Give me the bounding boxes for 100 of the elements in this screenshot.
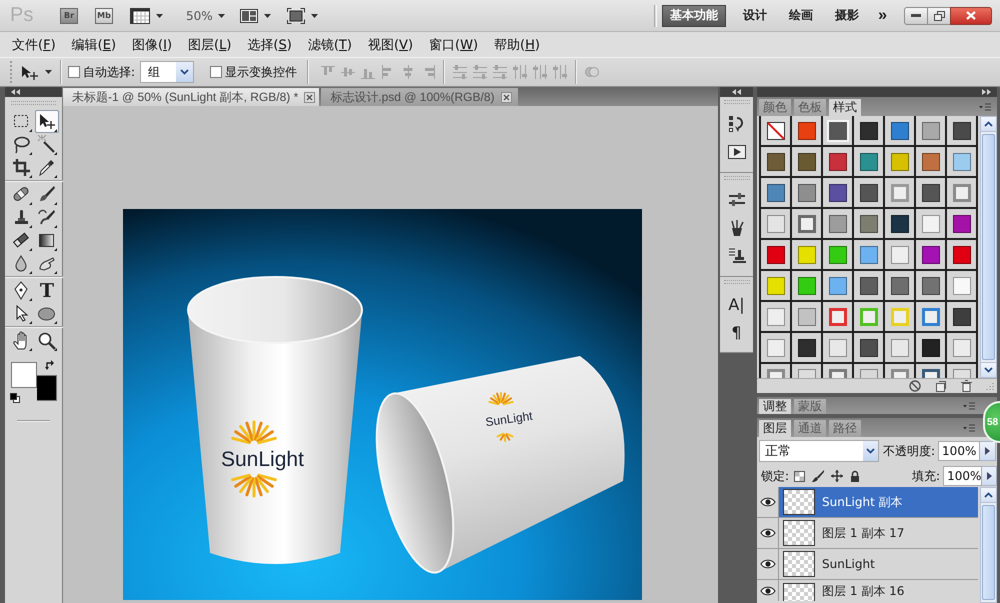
panel-menu-icon[interactable] xyxy=(963,402,975,410)
style-swatch-icon[interactable] xyxy=(766,369,784,378)
default-colors-icon[interactable] xyxy=(10,393,20,403)
zoom-dropdown[interactable]: 50% xyxy=(186,4,225,26)
fill-field[interactable]: 100% xyxy=(943,466,982,486)
workspace-button[interactable]: 设计 xyxy=(732,4,778,26)
menu-item[interactable]: 选择(S) xyxy=(239,36,300,54)
close-button[interactable] xyxy=(950,6,992,24)
character-panel-button[interactable]: A| xyxy=(724,290,750,318)
checkbox[interactable] xyxy=(210,66,222,78)
paragraph-panel-button[interactable]: ¶ xyxy=(724,318,750,346)
move-tool[interactable] xyxy=(35,110,59,133)
auto-select-dropdown[interactable]: 组 xyxy=(140,61,194,83)
style-swatch-icon[interactable] xyxy=(860,308,878,326)
layer-name: SunLight 副本 xyxy=(822,494,903,510)
logo-text: SunLight xyxy=(484,408,534,430)
checkbox[interactable] xyxy=(68,66,80,78)
collapse-icon[interactable] xyxy=(732,89,741,95)
workspace-button[interactable]: 摄影 xyxy=(824,4,870,26)
magic-wand-tool[interactable] xyxy=(35,133,59,156)
expand-icon[interactable] xyxy=(982,89,991,95)
stamp-icon xyxy=(12,208,32,228)
layer-name: 图层 1 副本 16 xyxy=(822,583,904,600)
visibility-toggle[interactable] xyxy=(757,580,779,601)
screen-mode-icon xyxy=(286,8,305,24)
blend-mode-dropdown[interactable]: 正常 xyxy=(759,440,879,462)
new-page-icon[interactable] xyxy=(935,380,947,392)
menu-item[interactable]: 窗口(W) xyxy=(421,36,486,54)
menu-item[interactable]: 帮助(H) xyxy=(486,36,548,54)
mini-bridge-button[interactable]: Mb xyxy=(95,8,113,24)
layer-thumbnail xyxy=(783,520,815,546)
visibility-toggle[interactable] xyxy=(757,518,779,548)
style-swatch-icon[interactable] xyxy=(922,369,940,378)
scrollbar-thumb[interactable] xyxy=(982,505,995,600)
swap-arrows-icon[interactable] xyxy=(45,360,56,371)
layer-row[interactable]: 图层 1 副本 17 xyxy=(757,518,978,549)
panel-menu-icon[interactable] xyxy=(979,102,991,110)
minimize-button[interactable] xyxy=(904,6,928,24)
more-workspaces-button[interactable]: » xyxy=(870,4,895,26)
brush-icon[interactable] xyxy=(812,470,824,482)
sun-rays-icon xyxy=(231,474,277,498)
history-brush-icon xyxy=(37,208,57,228)
background-swatch-icon[interactable] xyxy=(37,375,57,401)
style-swatch-icon[interactable] xyxy=(798,214,816,232)
distribute-icon xyxy=(513,65,528,79)
style-swatch-icon[interactable] xyxy=(890,184,908,202)
play-icon[interactable] xyxy=(728,143,746,161)
restore-icon xyxy=(934,10,944,20)
style-swatch-icon[interactable] xyxy=(922,308,940,326)
trash-icon[interactable] xyxy=(961,380,972,392)
padlock-icon[interactable] xyxy=(850,470,860,482)
collapse-icon[interactable] xyxy=(11,89,20,95)
menu-item[interactable]: 滤镜(T) xyxy=(300,36,360,54)
checkerboard-icon[interactable] xyxy=(794,470,806,482)
visibility-toggle[interactable] xyxy=(757,549,779,579)
type-tool[interactable]: T xyxy=(35,279,59,302)
menu-item[interactable]: 编辑(E) xyxy=(64,36,124,54)
no-style-icon[interactable] xyxy=(766,122,784,140)
layer-row[interactable]: SunLight xyxy=(757,549,978,580)
panel-menu-icon[interactable] xyxy=(963,424,975,432)
menu-item[interactable]: 视图(V) xyxy=(360,36,422,54)
crop-tool[interactable] xyxy=(10,156,34,179)
eye-icon xyxy=(760,527,776,539)
workspace-button[interactable]: 基本功能 xyxy=(662,4,726,26)
eraser-icon xyxy=(12,230,32,250)
style-swatch-icon[interactable] xyxy=(952,184,970,202)
scrollbar[interactable] xyxy=(980,487,997,603)
pen-icon xyxy=(12,280,32,300)
fill-label: 填充: xyxy=(912,468,940,484)
move-icon[interactable] xyxy=(831,470,844,482)
sliders-icon[interactable] xyxy=(728,191,746,209)
workspace-button[interactable]: 绘画 xyxy=(778,4,824,26)
panel-tab[interactable]: 图层 xyxy=(759,420,791,437)
opacity-slider-button[interactable] xyxy=(980,441,996,461)
menu-item[interactable]: 图层(L) xyxy=(180,36,240,54)
fill-slider-button[interactable] xyxy=(982,466,997,486)
foreground-swatch-icon[interactable] xyxy=(11,362,37,388)
close-icon[interactable] xyxy=(500,92,512,102)
menu-item[interactable]: 图像(I) xyxy=(124,36,180,54)
history-icon[interactable] xyxy=(728,115,746,133)
opacity-field[interactable]: 100% xyxy=(938,441,980,461)
scrollbar[interactable] xyxy=(980,116,997,378)
layer-row[interactable]: SunLight 副本 xyxy=(757,487,978,518)
style-swatch-icon[interactable] xyxy=(828,369,846,378)
resize-grip-icon[interactable] xyxy=(986,382,994,390)
panel-tab[interactable]: 样式 xyxy=(829,99,861,116)
close-icon[interactable] xyxy=(304,92,316,102)
restore-button[interactable] xyxy=(927,6,951,24)
bridge-button[interactable]: Br xyxy=(60,8,78,24)
visibility-toggle[interactable] xyxy=(757,487,779,517)
menu-item[interactable]: 文件(F) xyxy=(4,36,64,54)
stamp-list-icon[interactable] xyxy=(728,247,746,265)
no-entry-icon[interactable] xyxy=(909,380,921,392)
style-swatch-icon[interactable] xyxy=(890,369,908,378)
panel-tab[interactable]: 调整 xyxy=(759,399,791,414)
document-tab[interactable]: 未标题-1 @ 50% (SunLight 副本, RGB/8) * xyxy=(63,88,320,106)
scrollbar-thumb[interactable] xyxy=(982,134,995,360)
layer-row[interactable]: 图层 1 副本 16 xyxy=(757,580,978,601)
style-swatch-icon[interactable] xyxy=(828,308,846,326)
chevron-down-icon xyxy=(984,367,993,373)
